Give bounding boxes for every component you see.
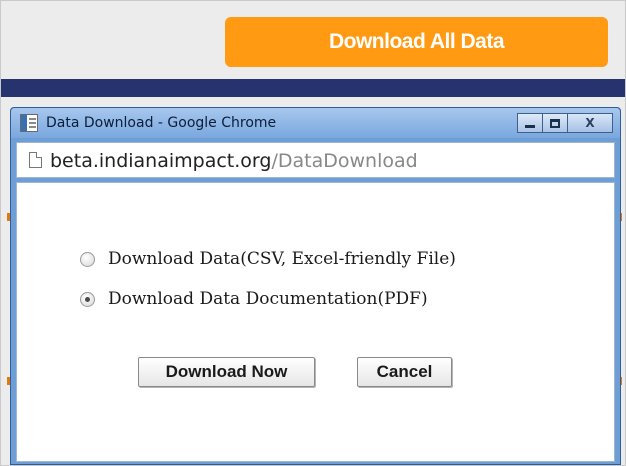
url-host: beta.indianaimpact.org [50,150,272,172]
radio-pdf[interactable] [80,291,95,307]
close-button[interactable]: X [567,113,613,133]
window-controls: X [517,113,613,133]
url-path: /DataDownload [271,150,418,172]
maximize-button[interactable] [542,113,568,133]
minimize-icon [525,125,535,128]
cancel-button[interactable]: Cancel [357,357,452,387]
download-now-button[interactable]: Download Now [138,357,315,387]
minimize-button[interactable] [517,113,543,133]
chrome-app-icon [20,114,38,132]
option-label-csv: Download Data(CSV, Excel-friendly File) [108,249,456,269]
option-download-data-csv[interactable]: Download Data(CSV, Excel-friendly File) [80,249,456,269]
window-titlebar[interactable]: Data Download - Google Chrome X [11,108,620,138]
maximize-icon [550,118,560,128]
radio-csv[interactable] [80,251,95,267]
nav-bar [1,79,625,97]
address-bar[interactable]: beta.indianaimpact.org/DataDownload [16,142,615,178]
option-label-pdf: Download Data Documentation(PDF) [108,289,428,309]
url-text: beta.indianaimpact.org/DataDownload [50,150,418,172]
window-title: Data Download - Google Chrome [46,115,277,131]
page-icon [29,152,42,168]
close-icon: X [585,116,595,130]
popup-window: Data Download - Google Chrome X beta.ind… [10,107,621,465]
option-download-documentation-pdf[interactable]: Download Data Documentation(PDF) [80,289,428,309]
dialog-content: Download Data(CSV, Excel-friendly File) … [16,182,615,462]
download-all-data-button[interactable]: Download All Data [225,17,608,67]
background-page: Download All Data Data Download - Google… [0,0,626,466]
